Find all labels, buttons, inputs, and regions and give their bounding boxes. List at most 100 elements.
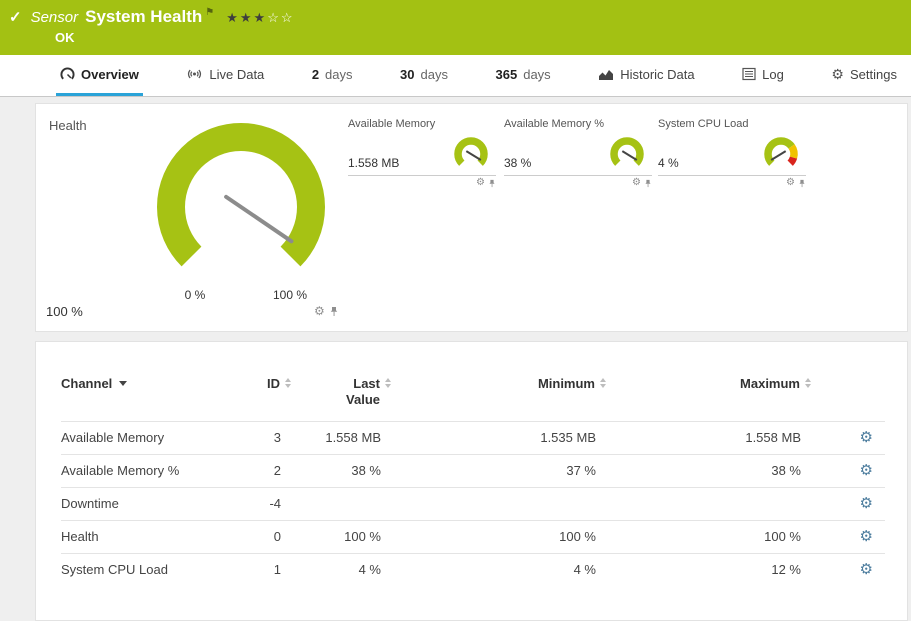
tab-live-data[interactable]: Live Data bbox=[182, 55, 268, 96]
tab-2-days[interactable]: 2 days bbox=[308, 55, 357, 96]
mini-gauge-actions: ⚙ bbox=[348, 178, 496, 188]
tab-settings[interactable]: ⚙ Settings bbox=[827, 55, 901, 96]
channel-last-value: 38 % bbox=[291, 454, 391, 487]
channel-maximum: 1.558 MB bbox=[606, 421, 811, 454]
health-current-value: 100 % bbox=[46, 304, 83, 319]
mini-gauge-title: Available Memory % bbox=[504, 118, 652, 130]
mini-gauge-needle bbox=[466, 151, 480, 160]
channel-settings-gear-icon[interactable]: ⚙ bbox=[860, 429, 873, 446]
health-gauge-needle bbox=[226, 197, 291, 241]
gauge-pin-icon[interactable] bbox=[488, 179, 496, 188]
table-row: Downtime -4 ⚙ bbox=[61, 487, 885, 520]
stars-filled[interactable]: ★★★ bbox=[226, 10, 267, 25]
health-scale-max: 100 % bbox=[262, 288, 318, 302]
mini-gauge-title: System CPU Load bbox=[658, 118, 806, 130]
live-data-icon bbox=[186, 67, 203, 81]
channel-name: Available Memory bbox=[61, 421, 221, 454]
header-actions bbox=[811, 370, 885, 421]
sort-icon[interactable] bbox=[805, 378, 811, 388]
chevron-down-icon bbox=[119, 381, 127, 386]
sort-icon[interactable] bbox=[385, 378, 391, 388]
tab-overview[interactable]: Overview bbox=[56, 55, 143, 96]
sensor-kind-label: Sensor bbox=[31, 9, 79, 26]
gauge-gear-icon[interactable]: ⚙ bbox=[476, 178, 485, 188]
channel-id: 0 bbox=[221, 520, 291, 553]
header-maximum[interactable]: Maximum bbox=[606, 370, 811, 421]
mini-gauge-available-memory-pct: Available Memory % 38 % ⚙ bbox=[504, 118, 652, 188]
channel-name: System CPU Load bbox=[61, 553, 221, 586]
mini-gauge-value: 38 % bbox=[504, 156, 531, 170]
channels-panel: Channel ID Last Value Minimum Maximum bbox=[35, 341, 908, 621]
channel-maximum: 38 % bbox=[606, 454, 811, 487]
gauges-panel: Health 0 % 100 % 100 % ⚙ Available Memor… bbox=[35, 103, 908, 332]
header-maximum-label: Maximum bbox=[740, 376, 800, 391]
tab-bar: Overview Live Data 2 days 30 days 365 da… bbox=[0, 55, 911, 97]
header-id[interactable]: ID bbox=[221, 370, 291, 421]
channel-minimum: 37 % bbox=[391, 454, 606, 487]
channel-name: Health bbox=[61, 520, 221, 553]
channel-settings-gear-icon[interactable]: ⚙ bbox=[860, 528, 873, 545]
health-gauge bbox=[146, 122, 336, 292]
gauge-pin-icon[interactable] bbox=[798, 179, 806, 188]
channel-settings-gear-icon[interactable]: ⚙ bbox=[860, 462, 873, 479]
tab-2-days-unit: days bbox=[325, 67, 352, 82]
mini-gauge-needle bbox=[771, 151, 785, 160]
channels-table: Channel ID Last Value Minimum Maximum bbox=[61, 370, 885, 586]
channel-last-value bbox=[291, 487, 391, 520]
gauge-pin-icon[interactable] bbox=[644, 179, 652, 188]
header-channel-label: Channel bbox=[61, 376, 112, 391]
channel-maximum: 100 % bbox=[606, 520, 811, 553]
gauge-gear-icon[interactable]: ⚙ bbox=[632, 178, 641, 188]
tab-365-days[interactable]: 365 days bbox=[492, 55, 555, 96]
mini-gauge-system-cpu-load: System CPU Load 4 % ⚙ bbox=[658, 118, 806, 188]
sensor-header: ✓ Sensor System Health ⚑ ★★★☆☆ OK bbox=[0, 0, 911, 55]
gauge-gear-icon[interactable]: ⚙ bbox=[314, 305, 325, 317]
mini-gauge-dial bbox=[448, 133, 494, 175]
mini-gauge-title: Available Memory bbox=[348, 118, 496, 130]
channel-maximum bbox=[606, 487, 811, 520]
channel-last-value: 4 % bbox=[291, 553, 391, 586]
channel-id: 1 bbox=[221, 553, 291, 586]
status-ok-check-icon: ✓ bbox=[9, 8, 22, 26]
tab-settings-label: Settings bbox=[850, 67, 897, 82]
channel-maximum: 12 % bbox=[606, 553, 811, 586]
mini-gauge-dial bbox=[758, 133, 804, 175]
historic-chart-icon bbox=[598, 67, 614, 81]
flag-icon[interactable]: ⚑ bbox=[205, 7, 214, 18]
header-channel[interactable]: Channel bbox=[61, 370, 221, 421]
header-minimum[interactable]: Minimum bbox=[391, 370, 606, 421]
log-list-icon bbox=[742, 67, 756, 81]
tab-30-days[interactable]: 30 days bbox=[396, 55, 452, 96]
stars-empty[interactable]: ☆☆ bbox=[267, 10, 294, 25]
tab-2-days-number: 2 bbox=[312, 67, 319, 82]
channel-last-value: 100 % bbox=[291, 520, 391, 553]
channel-id: 3 bbox=[221, 421, 291, 454]
header-last-value-label: Last Value bbox=[336, 376, 380, 409]
gauge-gear-icon[interactable]: ⚙ bbox=[786, 178, 795, 188]
tab-overview-label: Overview bbox=[81, 67, 139, 82]
tab-historic-data[interactable]: Historic Data bbox=[594, 55, 698, 96]
overview-gauge-icon bbox=[60, 67, 75, 82]
tab-log[interactable]: Log bbox=[738, 55, 788, 96]
channel-minimum: 100 % bbox=[391, 520, 606, 553]
tab-30-days-number: 30 bbox=[400, 67, 414, 82]
channel-minimum: 4 % bbox=[391, 553, 606, 586]
gauge-pin-icon[interactable] bbox=[329, 306, 339, 317]
sort-icon[interactable] bbox=[285, 378, 291, 388]
header-last-value[interactable]: Last Value bbox=[291, 370, 391, 421]
mini-gauge-dial bbox=[604, 133, 650, 175]
priority-stars[interactable]: ★★★☆☆ bbox=[226, 10, 294, 26]
channel-settings-gear-icon[interactable]: ⚙ bbox=[860, 495, 873, 512]
header-id-label: ID bbox=[267, 376, 280, 391]
mini-gauge-value: 4 % bbox=[658, 156, 679, 170]
mini-gauge-actions: ⚙ bbox=[504, 178, 652, 188]
sort-icon[interactable] bbox=[600, 378, 606, 388]
table-header-row: Channel ID Last Value Minimum Maximum bbox=[61, 370, 885, 421]
tab-365-days-number: 365 bbox=[496, 67, 518, 82]
channel-settings-gear-icon[interactable]: ⚙ bbox=[860, 561, 873, 578]
tab-historic-data-label: Historic Data bbox=[620, 67, 694, 82]
table-row: Available Memory % 2 38 % 37 % 38 % ⚙ bbox=[61, 454, 885, 487]
channel-id: 2 bbox=[221, 454, 291, 487]
mini-gauge-needle bbox=[622, 151, 636, 160]
health-scale-min: 0 % bbox=[172, 288, 218, 302]
